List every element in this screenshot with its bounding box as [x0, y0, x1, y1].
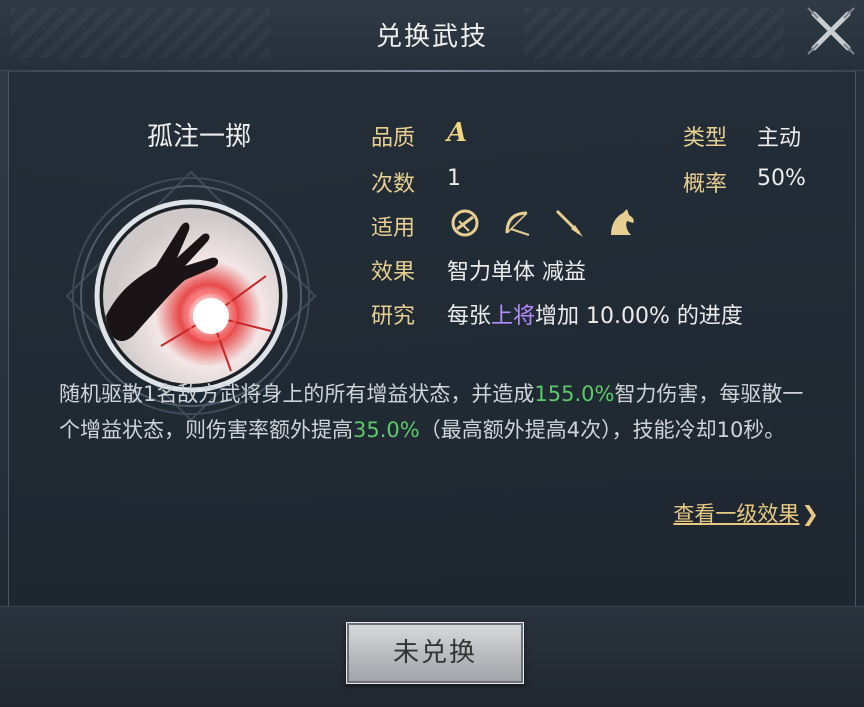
close-icon[interactable]	[802, 2, 860, 60]
count-label: 次数	[371, 172, 416, 197]
effect-label: 效果	[371, 260, 416, 285]
dialog-header: 兑换武技	[0, 0, 864, 71]
research-prefix: 每张	[447, 304, 492, 329]
apply-label: 适用	[371, 216, 416, 241]
research-label: 研究	[371, 304, 416, 329]
panel-divider	[9, 70, 855, 72]
desc-value2: 35.0%	[353, 418, 420, 442]
dialog-title: 兑换武技	[375, 22, 488, 52]
desc-value1: 155.0%	[534, 382, 615, 406]
exchange-status-button[interactable]: 未兑换	[346, 622, 524, 684]
research-suffix: 增加 10.00% 的进度	[535, 304, 743, 329]
view-level1-label: 查看一级效果	[673, 502, 800, 526]
view-level1-link[interactable]: 查看一级效果❯	[673, 498, 819, 528]
desc-part1: 随机驱散1名敌方武将身上的所有增益状态，并造成	[59, 382, 535, 406]
count-value: 1	[447, 166, 461, 191]
skill-name: 孤注一掷	[146, 122, 251, 152]
skill-panel: 孤注一掷 品质 A 次数 1 适用 效果 智力单体 减益 研究 每张上将增加 1…	[8, 70, 856, 606]
chevron-right-icon: ❯	[801, 502, 819, 526]
research-value: 每张上将增加 10.00% 的进度	[447, 298, 743, 330]
research-highlight: 上将	[491, 304, 536, 329]
type-value: 主动	[757, 126, 802, 151]
spear-icon	[555, 209, 583, 237]
skill-description: 随机驱散1名敌方武将身上的所有增益状态，并造成155.0%智力伤害，每驱散一个增…	[59, 376, 819, 448]
quality-value: A	[447, 118, 468, 148]
quality-label: 品质	[371, 126, 416, 151]
horse-icon	[611, 209, 634, 235]
rate-label: 概率	[683, 172, 728, 197]
rate-value: 50%	[757, 166, 806, 191]
bow-icon	[505, 211, 530, 236]
shield-icon	[451, 209, 479, 237]
type-label: 类型	[683, 126, 728, 151]
effect-value: 智力单体 减益	[447, 260, 586, 285]
desc-part3: （最高额外提高4次），技能冷却10秒。	[419, 418, 786, 442]
